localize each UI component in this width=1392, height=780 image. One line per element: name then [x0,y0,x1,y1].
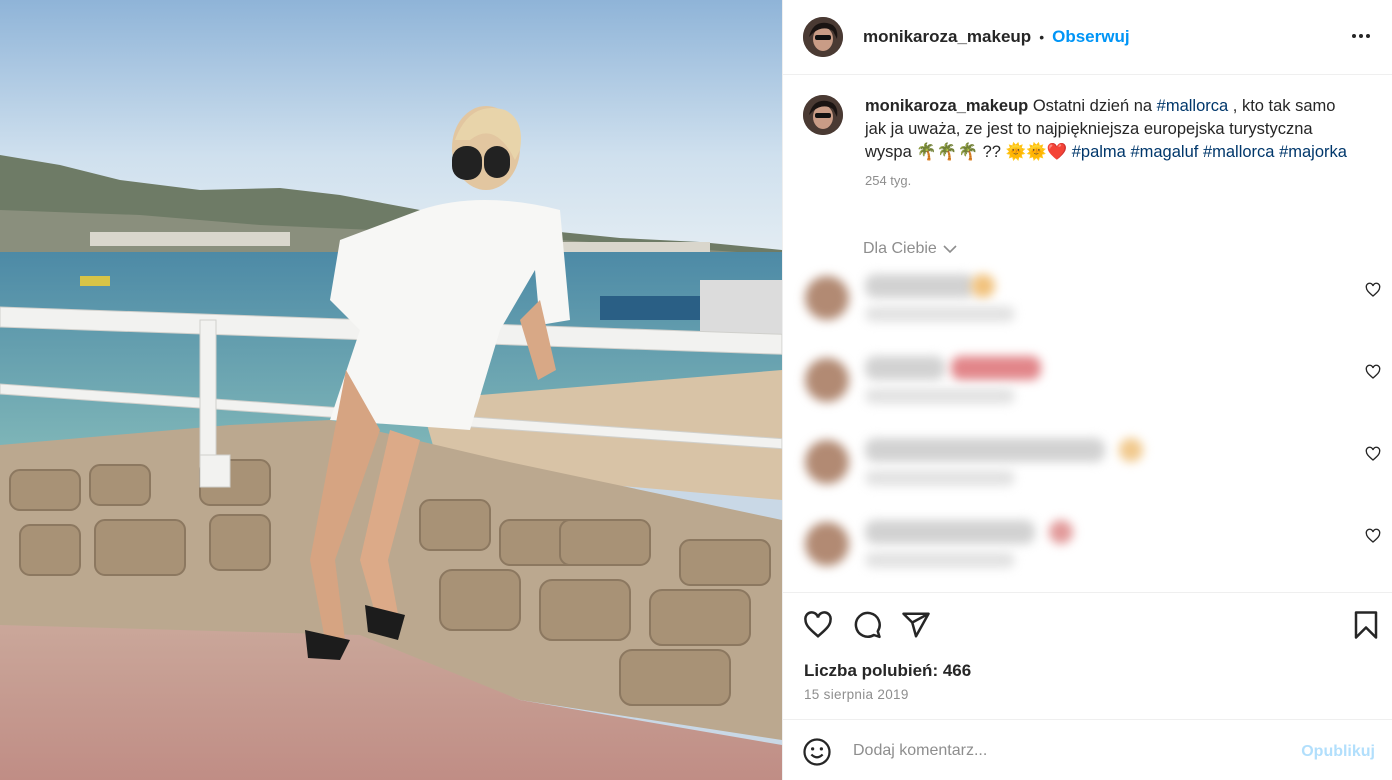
likes-count[interactable]: Liczba polubień: 466 [804,661,971,681]
hashtag-link[interactable]: #majorka [1279,143,1347,161]
post-caption: monikaroza_makeup Ostatni dzień na #mall… [803,95,1373,188]
comment-meta-blurred [865,306,1015,322]
heart-icon[interactable] [1365,446,1381,462]
separator-dot: • [1039,29,1045,45]
post-actions: Liczba polubień: 466 15 sierpnia 2019 [783,592,1392,719]
comment-emoji-blurred [1049,520,1073,544]
add-comment-bar: Opublikuj [783,719,1392,780]
more-icon[interactable] [1349,24,1373,48]
commenter-avatar[interactable] [805,522,849,566]
caption-avatar[interactable] [803,95,843,135]
comment-text-blurred [865,520,1035,544]
comment-emoji-blurred [971,274,995,298]
emoji-icon[interactable] [802,737,832,767]
comment-filter-dropdown[interactable]: Dla Ciebie [863,240,957,258]
post-header: monikaroza_makeup • Obserwuj [783,0,1392,75]
post-date[interactable]: 15 sierpnia 2019 [804,687,909,702]
caption-username[interactable]: monikaroza_makeup [865,97,1028,115]
hashtag-link[interactable]: #magaluf [1130,143,1198,161]
heart-icon[interactable] [1365,282,1381,298]
caption-text-part: Ostatni dzień na [1028,97,1157,115]
comment-meta-blurred [865,388,1015,404]
comment-text-blurred [865,438,1105,462]
bookmark-icon[interactable] [1351,610,1381,640]
publish-comment-button[interactable]: Opublikuj [1301,743,1375,761]
comment-text-blurred [865,274,975,298]
chevron-down-icon [943,245,957,254]
hashtag-link[interactable]: #mallorca [1157,97,1229,115]
caption-timestamp[interactable]: 254 tyg. [865,173,1355,188]
comment-meta-blurred [865,470,1015,486]
share-icon[interactable] [901,610,931,640]
comment-item [801,518,1381,588]
comment-item [801,272,1381,342]
caption-text: monikaroza_makeup Ostatni dzień na #mall… [865,95,1355,164]
comment-emoji-blurred [951,356,1041,380]
comment-item [801,436,1381,506]
photo-woman-by-sea [0,0,782,780]
heart-icon[interactable] [803,610,833,640]
comment-text-blurred [865,356,945,380]
commenter-avatar[interactable] [805,440,849,484]
heart-icon[interactable] [1365,528,1381,544]
commenter-avatar[interactable] [805,276,849,320]
comment-item [801,354,1381,424]
commenter-avatar[interactable] [805,358,849,402]
hashtag-link[interactable]: #palma [1072,143,1126,161]
comment-emoji-blurred [1119,438,1143,462]
author-avatar[interactable] [803,17,843,57]
comment-input[interactable] [853,736,1283,766]
author-username[interactable]: monikaroza_makeup [863,27,1031,47]
post-photo[interactable] [0,0,782,780]
comment-meta-blurred [865,552,1015,568]
heart-icon[interactable] [1365,364,1381,380]
comment-icon[interactable] [852,610,882,640]
follow-button[interactable]: Obserwuj [1052,27,1129,47]
comment-filter-label: Dla Ciebie [863,240,937,257]
post-details-panel: monikaroza_makeup • Obserwuj monikaroza_… [782,0,1392,780]
hashtag-link[interactable]: #mallorca [1203,143,1275,161]
